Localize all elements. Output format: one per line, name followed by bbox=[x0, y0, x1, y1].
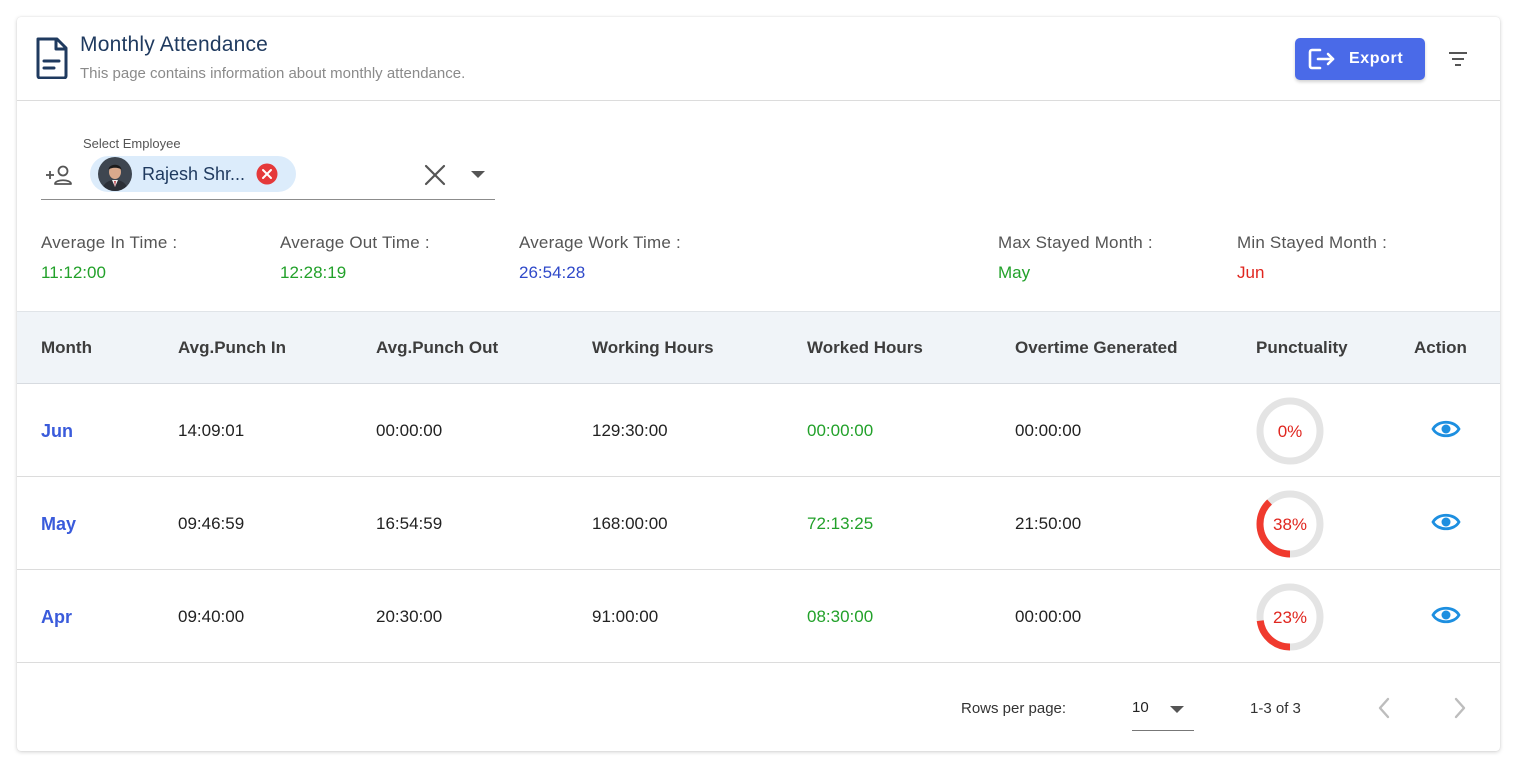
table-row: May 09:46:59 16:54:59 168:00:00 72:13:25… bbox=[17, 477, 1500, 570]
stat-average-out-time: Average Out Time : 12:28:19 bbox=[280, 233, 430, 283]
rows-per-page-select[interactable]: 10 bbox=[1132, 689, 1194, 731]
cell-punch-in: 09:46:59 bbox=[178, 514, 245, 533]
cell-month[interactable]: Jun bbox=[41, 421, 73, 442]
punctuality-value: 23% bbox=[1273, 608, 1307, 627]
selected-employee-chip[interactable]: Rajesh Shr... bbox=[90, 156, 296, 192]
column-header-working-hours: Working Hours bbox=[592, 338, 714, 357]
cell-working-hours: 129:30:00 bbox=[592, 421, 668, 440]
punctuality-ring: 0% bbox=[1256, 397, 1324, 465]
page-title: Monthly Attendance bbox=[80, 33, 269, 56]
stat-min-stayed-month: Min Stayed Month : Jun bbox=[1237, 233, 1387, 283]
filter-icon[interactable] bbox=[1447, 49, 1469, 69]
stat-value: 26:54:28 bbox=[519, 263, 586, 282]
punctuality-ring: 38% bbox=[1256, 490, 1324, 558]
view-eye-icon[interactable] bbox=[1431, 511, 1461, 533]
chevron-down-icon[interactable] bbox=[470, 170, 486, 180]
stat-value: 11:12:00 bbox=[41, 263, 106, 282]
column-header-avg-punch-out: Avg.Punch Out bbox=[376, 338, 499, 357]
cell-overtime: 00:00:00 bbox=[1015, 607, 1082, 626]
table-header: Month Avg.Punch In Avg.Punch Out Working… bbox=[17, 311, 1500, 384]
column-header-avg-punch-in: Avg.Punch In bbox=[178, 338, 286, 357]
export-button[interactable]: Export bbox=[1295, 38, 1425, 80]
attendance-table: Month Avg.Punch In Avg.Punch Out Working… bbox=[17, 311, 1500, 663]
chevron-right-icon[interactable] bbox=[1450, 696, 1470, 720]
chevron-down-icon bbox=[1170, 706, 1184, 713]
stat-average-work-time: Average Work Time : 26:54:28 bbox=[519, 233, 681, 283]
stat-value: May bbox=[998, 263, 1031, 282]
chevron-left-icon[interactable] bbox=[1374, 696, 1394, 720]
cell-overtime: 21:50:00 bbox=[1015, 514, 1082, 533]
rows-per-page-value: 10 bbox=[1132, 699, 1149, 716]
cell-worked-hours: 00:00:00 bbox=[807, 421, 874, 440]
stat-label: Average Work Time : bbox=[519, 233, 681, 252]
employee-select-label: Select Employee bbox=[83, 136, 181, 151]
column-header-overtime: Overtime Generated bbox=[1015, 338, 1178, 357]
stat-max-stayed-month: Max Stayed Month : May bbox=[998, 233, 1153, 283]
clear-icon[interactable] bbox=[424, 164, 446, 186]
cell-working-hours: 91:00:00 bbox=[592, 607, 659, 626]
pagination-bar: Rows per page: 10 1-3 of 3 bbox=[17, 662, 1500, 751]
selected-employee-name: Rajesh Shr... bbox=[142, 163, 246, 184]
stat-label: Average Out Time : bbox=[280, 233, 430, 252]
view-eye-icon[interactable] bbox=[1431, 418, 1461, 440]
stat-average-in-time: Average In Time : 11:12:00 bbox=[41, 233, 177, 283]
table-row: Apr 09:40:00 20:30:00 91:00:00 08:30:00 … bbox=[17, 570, 1500, 663]
cell-worked-hours: 08:30:00 bbox=[807, 607, 874, 626]
rows-per-page-label: Rows per page: bbox=[961, 700, 1067, 717]
stat-value: 12:28:19 bbox=[280, 263, 347, 282]
remove-chip-icon[interactable] bbox=[256, 163, 278, 185]
cell-punch-in: 09:40:00 bbox=[178, 607, 245, 626]
page-header: Monthly Attendance This page contains in… bbox=[17, 17, 1500, 101]
column-header-action: Action bbox=[1414, 338, 1467, 357]
cell-overtime: 00:00:00 bbox=[1015, 421, 1082, 440]
cell-punch-in: 14:09:01 bbox=[178, 421, 245, 440]
stat-value: Jun bbox=[1237, 263, 1265, 282]
add-person-icon bbox=[46, 165, 72, 185]
punctuality-value: 0% bbox=[1278, 422, 1303, 441]
column-header-worked-hours: Worked Hours bbox=[807, 338, 923, 357]
stat-label: Average In Time : bbox=[41, 233, 178, 252]
cell-punch-out: 00:00:00 bbox=[376, 421, 443, 440]
punctuality-value: 38% bbox=[1273, 515, 1307, 534]
punctuality-ring: 23% bbox=[1256, 583, 1324, 651]
column-header-month: Month bbox=[41, 338, 92, 357]
cell-punch-out: 16:54:59 bbox=[376, 514, 443, 533]
cell-month[interactable]: May bbox=[41, 514, 76, 535]
employee-select[interactable]: Rajesh Shr... bbox=[41, 152, 495, 200]
cell-punch-out: 20:30:00 bbox=[376, 607, 443, 626]
stat-label: Max Stayed Month : bbox=[998, 233, 1153, 252]
cell-worked-hours: 72:13:25 bbox=[807, 514, 874, 533]
avatar bbox=[98, 157, 132, 191]
monthly-attendance-card: Monthly Attendance This page contains in… bbox=[17, 17, 1500, 751]
table-row: Jun 14:09:01 00:00:00 129:30:00 00:00:00… bbox=[17, 384, 1500, 477]
cell-working-hours: 168:00:00 bbox=[592, 514, 668, 533]
cell-month[interactable]: Apr bbox=[41, 607, 72, 628]
export-label: Export bbox=[1349, 50, 1404, 67]
export-icon bbox=[1308, 48, 1335, 70]
page-range: 1-3 of 3 bbox=[1250, 700, 1301, 717]
page-subtitle: This page contains information about mon… bbox=[80, 65, 466, 82]
column-header-punctuality: Punctuality bbox=[1256, 338, 1348, 357]
document-icon bbox=[36, 37, 68, 79]
stat-label: Min Stayed Month : bbox=[1237, 233, 1388, 252]
view-eye-icon[interactable] bbox=[1431, 604, 1461, 626]
